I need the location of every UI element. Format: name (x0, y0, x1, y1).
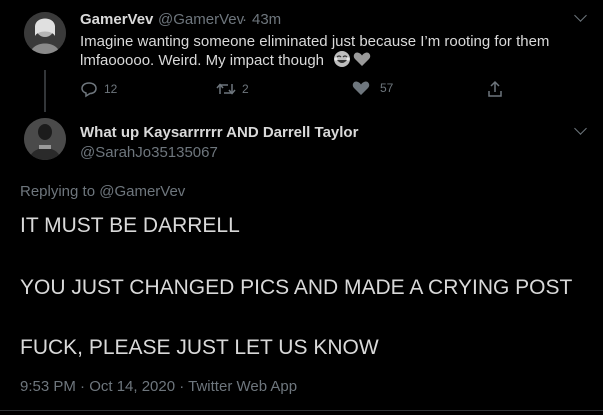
tweet2-handle[interactable]: @SarahJo35135067 (80, 144, 218, 161)
retweet-icon (216, 83, 236, 95)
share-button[interactable] (486, 80, 504, 98)
replying-handle-link[interactable]: @GamerVev (99, 183, 185, 200)
tweet2-line3: FUCK, PLEASE JUST LET US KNOW (20, 336, 379, 359)
reply-icon (81, 82, 97, 98)
tweet1-text-line2: lmfaooooo. Weird. My impact though (80, 52, 325, 69)
thread-connector-line (44, 70, 46, 112)
share-icon (488, 80, 502, 97)
tweet2-display-name[interactable]: What up Kaysarrrrrr AND Darrell Taylor (80, 124, 358, 141)
tweet2-line2: YOU JUST CHANGED PICS AND MADE A CRYING … (20, 276, 573, 299)
divider (0, 410, 603, 411)
chevron-down-icon[interactable] (574, 9, 587, 22)
like-icon (352, 81, 370, 95)
replying-to: Replying to @GamerVev (20, 183, 185, 200)
reply-button[interactable]: 12 (80, 80, 117, 98)
replying-prefix: Replying to (20, 183, 96, 200)
tweet1-separator: · (242, 11, 247, 28)
chevron-down-icon[interactable] (574, 122, 587, 135)
tweet2-timestamp[interactable]: 9:53 PM · Oct 14, 2020 · Twitter Web App (20, 378, 297, 395)
tweet1-display-name[interactable]: GamerVev (80, 11, 153, 28)
laughing-emoji-icon (333, 50, 351, 68)
avatar-gamervev[interactable] (24, 12, 66, 54)
like-count: 57 (380, 81, 394, 95)
tweet1-handle[interactable]: @GamerVev (158, 11, 244, 28)
tweet1-time[interactable]: 43m (252, 11, 281, 28)
heart-emoji-icon (353, 51, 371, 67)
avatar-sarahjo[interactable] (24, 118, 66, 160)
like-button[interactable]: 57 (352, 80, 393, 96)
tweet1-text-line1: Imagine wanting someone eliminated just … (80, 33, 550, 50)
avatar-image (24, 118, 66, 160)
retweet-button[interactable]: 2 (216, 80, 249, 98)
avatar-image (24, 12, 66, 54)
reply-count: 12 (104, 82, 118, 96)
tweet2-line1: IT MUST BE DARRELL (20, 214, 240, 237)
retweet-count: 2 (242, 82, 249, 96)
